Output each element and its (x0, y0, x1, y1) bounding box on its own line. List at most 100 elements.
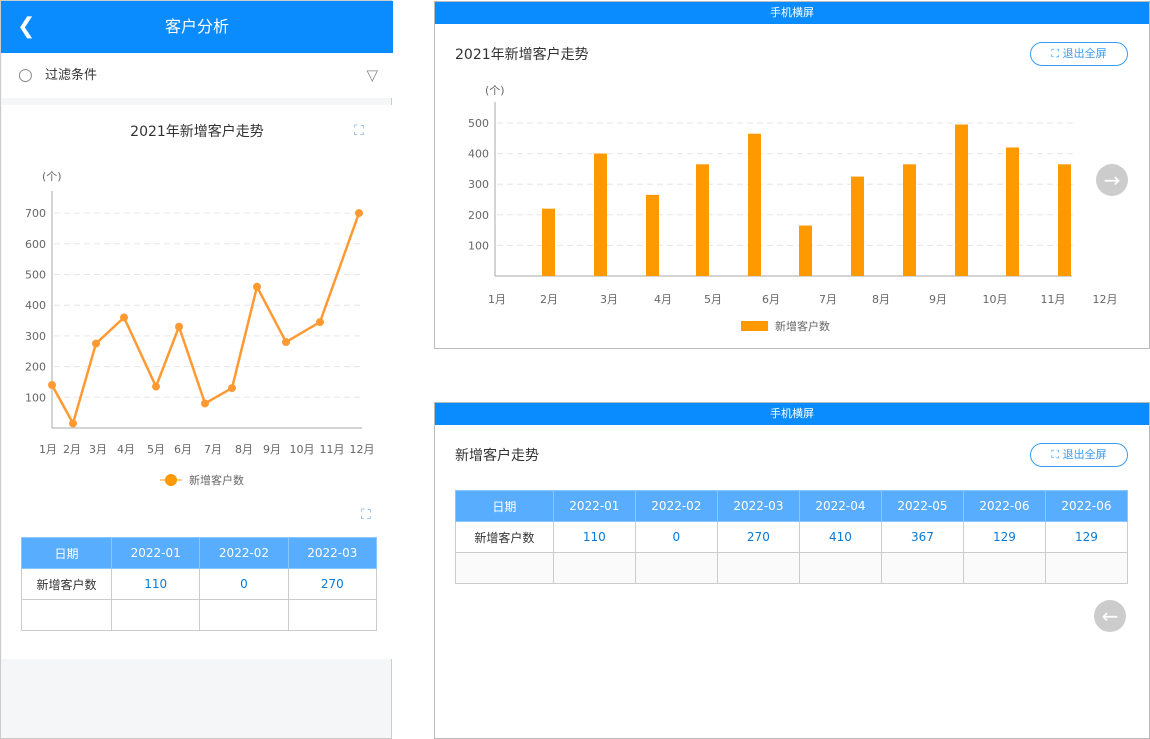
x-tick-label: 11月 (1041, 293, 1066, 306)
x-tick-label: 8月 (235, 443, 253, 456)
x-tick-label: 9月 (929, 293, 947, 306)
y-tick-label: 300 (468, 178, 489, 191)
legend-swatch (741, 321, 768, 331)
shrink-icon: ⛶ (1051, 448, 1059, 461)
back-icon[interactable]: ❮ (17, 1, 35, 53)
y-tick-label: 400 (468, 148, 489, 161)
x-tick-label: 11月 (320, 443, 345, 456)
cell: 410 (799, 522, 881, 553)
bar (1058, 164, 1071, 276)
next-arrow-icon[interactable]: → (1096, 164, 1128, 196)
bar (594, 154, 607, 276)
x-tick-label: 1月 (39, 443, 57, 456)
landscape-chart-pane: 手机横屏 2021年新增客户走势 ⛶ 退出全屏 (个)1002003004005… (434, 1, 1150, 349)
expand-table-icon[interactable]: ⛶ (361, 507, 371, 523)
search-icon: ○ (18, 53, 33, 98)
y-tick-label: 100 (468, 239, 489, 252)
table-row (22, 600, 377, 631)
y-unit-label: (个) (42, 170, 62, 183)
x-tick-label: 5月 (704, 293, 722, 306)
header-cell: 2022-03 (717, 491, 799, 522)
prev-arrow-icon[interactable]: ← (1094, 600, 1126, 632)
bar (851, 177, 864, 276)
chart-card: 2021年新增客户走势 ⛶ (个)1002003004005006007001月… (2, 105, 392, 659)
x-tick-label: 7月 (819, 293, 837, 306)
y-tick-label: 500 (468, 117, 489, 130)
y-tick-label: 200 (25, 361, 46, 374)
header-cell: 2022-06 (1045, 491, 1127, 522)
y-tick-label: 600 (25, 238, 46, 251)
phone-view: ❮ 客户分析 ○ 过滤条件 ▽ 2021年新增客户走势 ⛶ (个)1002003… (0, 0, 392, 739)
bar (903, 164, 916, 276)
cell: 110 (112, 569, 200, 600)
y-tick-label: 300 (25, 330, 46, 343)
data-point (92, 340, 100, 348)
data-point (253, 283, 261, 291)
legend-marker (165, 474, 177, 486)
data-point (120, 313, 128, 321)
x-tick-label: 10月 (290, 443, 315, 456)
phone-table: 日期2022-012022-022022-03 新增客户数1100270 (21, 537, 377, 631)
cell: 129 (963, 522, 1045, 553)
table-title: 新增客户走势 (455, 445, 539, 465)
landscape-table-pane: 手机横屏 新增客户走势 ⛶ 退出全屏 日期2022-012022-022022-… (434, 402, 1150, 739)
data-point (175, 323, 183, 331)
data-point (48, 381, 56, 389)
data-point (152, 383, 160, 391)
x-tick-label: 2月 (63, 443, 81, 456)
y-tick-label: 100 (25, 391, 46, 404)
cell: 新增客户数 (456, 522, 554, 553)
bar (748, 134, 761, 276)
cell: 129 (1045, 522, 1127, 553)
y-tick-label: 400 (25, 299, 46, 312)
x-tick-label: 12月 (350, 443, 375, 456)
x-tick-label: 4月 (117, 443, 135, 456)
cell: 270 (288, 569, 376, 600)
bar (696, 164, 709, 276)
line-chart: (个)1002003004005006007001月2月3月4月5月6月7月8月… (2, 105, 392, 505)
filter-label: 过滤条件 (45, 53, 97, 98)
cell: 0 (635, 522, 717, 553)
cell: 270 (717, 522, 799, 553)
series-line (52, 213, 359, 423)
data-point (201, 399, 209, 407)
y-unit-label: (个) (485, 84, 505, 97)
cell: 0 (200, 569, 288, 600)
x-tick-label: 6月 (762, 293, 780, 306)
header-cell: 日期 (22, 538, 112, 569)
data-point (282, 338, 290, 346)
bar (1006, 147, 1019, 276)
header-cell: 2022-06 (963, 491, 1045, 522)
exit-label: 退出全屏 (1063, 448, 1107, 461)
data-point (69, 419, 77, 427)
page-title: 客户分析 (165, 17, 229, 36)
bar (542, 209, 555, 276)
table-row: 新增客户数1100270 (22, 569, 377, 600)
x-tick-label: 4月 (654, 293, 672, 306)
cell: 新增客户数 (22, 569, 112, 600)
header-cell: 2022-02 (635, 491, 717, 522)
header-cell: 2022-05 (881, 491, 963, 522)
x-tick-label: 10月 (983, 293, 1008, 306)
table-row (456, 553, 1128, 584)
table-row: 新增客户数1100270410367129129 (456, 522, 1128, 553)
header-cell: 2022-01 (112, 538, 200, 569)
data-point (355, 209, 363, 217)
x-tick-label: 6月 (174, 443, 192, 456)
cell: 110 (553, 522, 635, 553)
x-tick-label: 1月 (488, 293, 506, 306)
y-tick-label: 200 (468, 209, 489, 222)
x-tick-label: 3月 (600, 293, 618, 306)
filter-bar[interactable]: ○ 过滤条件 ▽ (2, 53, 392, 98)
y-tick-label: 500 (25, 269, 46, 282)
data-point (228, 384, 236, 392)
legend-label: 新增客户数 (189, 473, 244, 487)
bar (646, 195, 659, 276)
filter-icon[interactable]: ▽ (366, 53, 378, 98)
exit-fullscreen-button[interactable]: ⛶ 退出全屏 (1030, 443, 1128, 467)
bar-chart: (个)1002003004005001月2月3月4月5月6月7月8月9月10月1… (435, 2, 1150, 348)
wide-table: 日期2022-012022-022022-032022-042022-05202… (455, 490, 1128, 584)
header-cell: 2022-04 (799, 491, 881, 522)
x-tick-label: 5月 (147, 443, 165, 456)
x-tick-label: 3月 (89, 443, 107, 456)
